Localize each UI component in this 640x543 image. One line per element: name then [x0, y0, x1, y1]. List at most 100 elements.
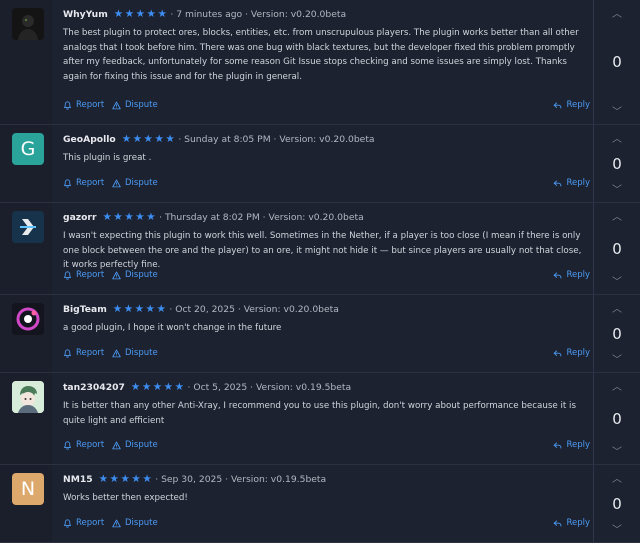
star-rating: ★ ★ ★ ★ ★ — [114, 8, 169, 20]
review-meta: BigTeam ★ ★ ★ ★ ★ · Oct 20, 2025 · Version: … — [63, 302, 590, 316]
star-icon: ★ — [112, 303, 123, 315]
dispute-button[interactable]: Dispute — [112, 518, 158, 528]
upvote-chevron-icon[interactable]: ︿ — [594, 300, 640, 315]
downvote-chevron-icon[interactable]: ﹀ — [594, 103, 640, 118]
dispute-label: Dispute — [125, 178, 158, 188]
dispute-button[interactable]: Dispute — [112, 348, 158, 358]
star-icon: ★ — [134, 303, 145, 315]
review-meta: tan2304207 ★ ★ ★ ★ ★ · Oct 5, 2025 · Version… — [63, 380, 590, 394]
author-name[interactable]: GeoApollo — [63, 134, 116, 145]
report-label: Report — [76, 440, 105, 450]
avatar[interactable] — [12, 303, 44, 335]
avatar[interactable] — [12, 211, 44, 243]
star-icon: ★ — [163, 381, 174, 393]
report-button[interactable]: Report — [63, 270, 104, 280]
review-item: N NM15 ★ ★ ★ ★ ★ · Sep 30, 2025 · Version: v… — [0, 465, 640, 543]
review-text: The best plugin to protect ores, blocks,… — [63, 28, 579, 82]
reply-icon — [553, 271, 562, 280]
author-name[interactable]: tan2304207 — [63, 382, 125, 393]
warning-icon — [112, 101, 121, 110]
star-icon: ★ — [124, 211, 134, 223]
review-text: This plugin is great . — [63, 153, 152, 163]
reply-button[interactable]: Reply — [553, 270, 590, 280]
reply-icon — [553, 101, 562, 110]
report-button[interactable]: Report — [63, 100, 104, 110]
dispute-button[interactable]: Dispute — [112, 178, 158, 188]
reply-icon — [553, 179, 562, 188]
downvote-chevron-icon[interactable]: ﹀ — [594, 273, 640, 288]
avatar-letter: G — [20, 138, 36, 160]
upvote-chevron-icon[interactable]: ︿ — [594, 470, 640, 485]
reply-label: Reply — [566, 270, 590, 280]
author-name[interactable]: BigTeam — [63, 304, 107, 315]
reply-button[interactable]: Reply — [553, 440, 590, 450]
upvote-chevron-icon[interactable]: ︿ — [594, 378, 640, 393]
star-icon: ★ — [165, 133, 175, 145]
review-item: G GeoApollo ★ ★ ★ ★ ★ · Sunday at 8:05 PM · … — [0, 125, 640, 203]
downvote-chevron-icon[interactable]: ﹀ — [594, 443, 640, 458]
review-content: BigTeam ★ ★ ★ ★ ★ · Oct 20, 2025 · Version: … — [63, 302, 590, 372]
downvote-chevron-icon[interactable]: ﹀ — [594, 181, 640, 196]
review-actions: Report Dispute Reply — [63, 100, 590, 112]
report-button[interactable]: Report — [63, 178, 104, 188]
author-name[interactable]: gazorr — [63, 212, 97, 223]
reply-button[interactable]: Reply — [553, 100, 590, 110]
review-actions: Report Dispute Reply — [63, 270, 590, 282]
dispute-label: Dispute — [125, 270, 158, 280]
author-name[interactable]: WhyYum — [63, 9, 108, 20]
review-meta: GeoApollo ★ ★ ★ ★ ★ · Sunday at 8:05 PM · Ve… — [63, 132, 590, 146]
upvote-chevron-icon[interactable]: ︿ — [594, 5, 640, 20]
star-icon: ★ — [146, 8, 156, 20]
star-icon: ★ — [141, 381, 152, 393]
avatar[interactable] — [12, 8, 44, 40]
star-icon: ★ — [157, 8, 167, 20]
warning-icon — [112, 349, 121, 358]
upvote-chevron-icon[interactable]: ︿ — [594, 130, 640, 145]
reply-icon — [553, 441, 562, 450]
review-content: gazorr ★ ★ ★ ★ ★ · Thursday at 8:02 PM · Ver… — [63, 210, 590, 294]
star-icon: ★ — [135, 8, 146, 20]
review-actions: Report Dispute Reply — [63, 348, 590, 360]
review-text: It is better than any other Anti-Xray, I… — [63, 401, 576, 426]
star-icon: ★ — [135, 211, 145, 223]
warning-icon — [112, 441, 121, 450]
dispute-label: Dispute — [125, 100, 158, 110]
dispute-button[interactable]: Dispute — [112, 100, 158, 110]
bell-icon — [63, 179, 72, 188]
report-label: Report — [76, 270, 105, 280]
bell-icon — [63, 519, 72, 528]
downvote-chevron-icon[interactable]: ﹀ — [594, 521, 640, 536]
vote-control: ︿ 0 ﹀ — [593, 295, 640, 372]
upvote-chevron-icon[interactable]: ︿ — [594, 208, 640, 223]
author-name[interactable]: NM15 — [63, 474, 93, 485]
review-time-version: · 7 minutes ago · Version: v0.20.0beta — [170, 8, 347, 20]
vote-control: ︿ 0 ﹀ — [593, 373, 640, 464]
vote-count: 0 — [612, 53, 622, 71]
reply-label: Reply — [566, 348, 590, 358]
report-button[interactable]: Report — [63, 348, 104, 358]
avatar[interactable]: N — [12, 473, 44, 505]
dispute-button[interactable]: Dispute — [112, 270, 158, 280]
star-icon: ★ — [142, 473, 152, 485]
star-icon: ★ — [174, 381, 184, 393]
reply-button[interactable]: Reply — [553, 518, 590, 528]
reply-button[interactable]: Reply — [553, 178, 590, 188]
dispute-button[interactable]: Dispute — [112, 440, 158, 450]
vote-count: 0 — [612, 239, 622, 258]
avatar[interactable] — [12, 381, 44, 413]
report-label: Report — [76, 518, 105, 528]
downvote-chevron-icon[interactable]: ﹀ — [594, 351, 640, 366]
star-icon: ★ — [145, 303, 155, 315]
review-time-version: · Sunday at 8:05 PM · Version: v0.20.0be… — [178, 133, 375, 145]
review-actions: Report Dispute Reply — [63, 440, 590, 452]
reply-button[interactable]: Reply — [553, 348, 590, 358]
vote-count: 0 — [612, 324, 622, 343]
review-text: a good plugin, I hope it won't change in… — [63, 323, 282, 333]
star-rating: ★ ★ ★ ★ ★ — [99, 473, 154, 485]
vote-count: 0 — [612, 154, 622, 173]
report-button[interactable]: Report — [63, 518, 104, 528]
review-text: Works better then expected! — [63, 493, 188, 503]
report-button[interactable]: Report — [63, 440, 104, 450]
star-icon: ★ — [102, 211, 112, 223]
avatar[interactable]: G — [12, 133, 44, 165]
